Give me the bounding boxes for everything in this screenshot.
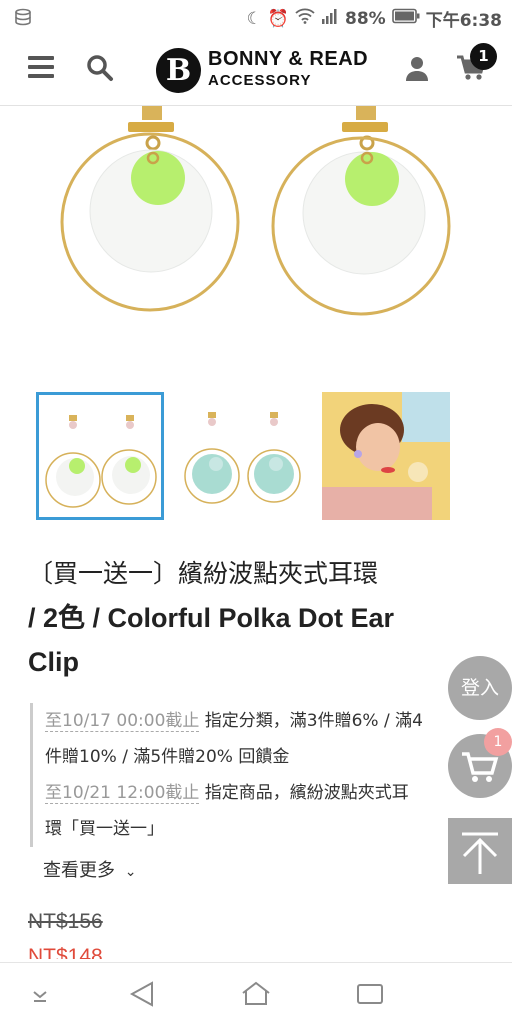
hide-nav-icon[interactable] xyxy=(33,991,47,1002)
original-price: NT$156 xyxy=(28,910,103,933)
battery-icon xyxy=(391,8,420,29)
clock: 下午6:38 xyxy=(425,11,502,31)
product-main-image[interactable] xyxy=(0,106,512,376)
product-title: 〔買一送一〕繽紛波點夾式耳環 / 2色 / Colorful Polka Dot… xyxy=(28,552,488,684)
thumbnail-1[interactable] xyxy=(36,392,164,520)
user-icon[interactable] xyxy=(405,56,429,82)
promo-2-text-a: 指定商品，繽紛波點夾式耳 xyxy=(199,783,409,803)
promo-1-date[interactable]: 至10/17 00:00截止 xyxy=(45,711,200,732)
arrow-up-icon xyxy=(462,832,498,874)
floating-cart-badge: 1 xyxy=(484,728,512,756)
hamburger-icon[interactable] xyxy=(28,56,54,78)
login-button[interactable]: 登入 xyxy=(448,656,512,720)
storage-icon xyxy=(14,8,32,30)
back-icon[interactable] xyxy=(129,981,153,1007)
recents-icon[interactable] xyxy=(357,984,383,1004)
back-to-top-button[interactable] xyxy=(448,818,512,884)
system-nav-bar xyxy=(0,962,512,1024)
chevron-down-icon: ⌄ xyxy=(124,864,137,880)
see-more-label: 查看更多 xyxy=(43,860,115,881)
cart-count-badge[interactable]: 1 xyxy=(470,43,497,70)
brand-logo[interactable]: B xyxy=(156,48,201,93)
status-bar: ☾ ⏰ 88% 下午6:38 xyxy=(0,0,512,34)
site-header: B BONNY & READ ACCESSORY 1 xyxy=(0,34,512,106)
home-icon[interactable] xyxy=(242,981,270,1005)
search-icon[interactable] xyxy=(86,54,114,82)
title-line-3: Clip xyxy=(28,647,79,677)
see-more-link[interactable]: 查看更多 ⌄ xyxy=(43,856,136,882)
promo-1: 至10/17 00:00截止 指定分類，滿3件贈6% / 滿4 xyxy=(45,703,470,739)
promotion-block: 至10/17 00:00截止 指定分類，滿3件贈6% / 滿4 件贈10% / … xyxy=(30,703,470,847)
promo-2-date[interactable]: 至10/21 12:00截止 xyxy=(45,783,200,804)
wifi-icon xyxy=(295,8,315,29)
promo-2-cont: 環「買一送一」 xyxy=(45,819,164,839)
promo-1-cont: 件贈10% / 滿5件贈20% 回饋金 xyxy=(45,747,290,767)
brand-subtitle[interactable]: ACCESSORY xyxy=(208,72,311,89)
title-line-1: 〔買一送一〕繽紛波點夾式耳環 xyxy=(28,559,379,588)
title-line-2: / 2色 / Colorful Polka Dot Ear xyxy=(28,603,395,633)
brand-name[interactable]: BONNY & READ xyxy=(208,48,368,71)
promo-2: 至10/21 12:00截止 指定商品，繽紛波點夾式耳 xyxy=(45,775,470,811)
signal-icon xyxy=(321,8,339,29)
promo-1-text-a: 指定分類，滿3件贈6% / 滿4 xyxy=(199,711,423,731)
moon-icon: ☾ xyxy=(246,8,262,29)
thumbnail-3[interactable] xyxy=(322,392,450,520)
sale-price: NT$148 xyxy=(28,945,103,959)
battery-percent: 88% xyxy=(345,8,386,29)
alarm-icon: ⏰ xyxy=(267,8,289,29)
thumbnail-2[interactable] xyxy=(180,392,308,520)
